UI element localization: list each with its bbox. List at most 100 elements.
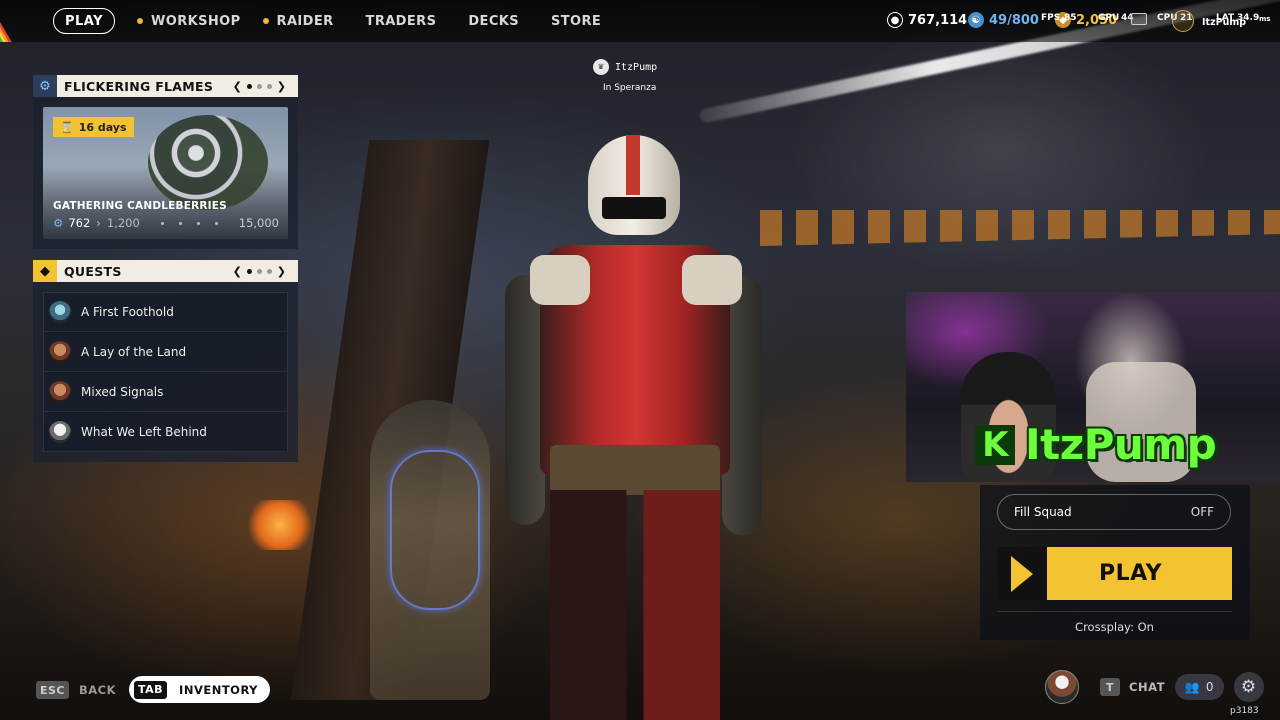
quest-list: A First Foothold A Lay of the Land Mixed…: [43, 292, 288, 452]
event-pager: ❮ ❯: [233, 80, 286, 93]
main-menu: PLAY WORKSHOP RAIDER TRADERS DECKS STORE: [53, 8, 601, 34]
friends-button[interactable]: 👥 0: [1174, 674, 1224, 700]
chevron-right-icon: ›: [96, 216, 101, 230]
fill-squad-label: Fill Squad: [1014, 505, 1072, 519]
player-name: ItzPump: [615, 61, 658, 73]
fire-barrel-glow: [245, 500, 315, 550]
candleberry-bush-image: [148, 115, 268, 210]
chat-button[interactable]: T CHAT: [1100, 678, 1165, 696]
t-key-icon: T: [1100, 678, 1120, 696]
character-arm-left: [505, 275, 545, 525]
rainbow-stripe-logo: [0, 0, 44, 42]
nav-tab-raider[interactable]: RAIDER: [262, 13, 334, 29]
top-navigation-bar: PLAY WORKSHOP RAIDER TRADERS DECKS STORE…: [0, 0, 1280, 42]
quest-diamond-icon: ◆: [33, 260, 57, 282]
nav-tab-label: RAIDER: [276, 13, 334, 29]
play-chevron-icon: [997, 547, 1047, 600]
quest-item[interactable]: What We Left Behind: [43, 412, 288, 452]
player-nameplate: ♛ ItzPump: [593, 59, 657, 75]
esc-key-icon: ESC: [36, 681, 70, 699]
gpu-label: GPU: [1098, 13, 1120, 23]
streamer-name-text: ItzPump: [1025, 420, 1217, 469]
player-avatar[interactable]: [1045, 670, 1079, 704]
character-legs: [550, 490, 720, 720]
event-timer-value: 16 days: [78, 120, 127, 134]
back-label: BACK: [79, 683, 117, 697]
quest-giver-avatar-icon: [49, 301, 71, 323]
statue-light-strands: [390, 450, 480, 610]
quest-label: A First Foothold: [81, 305, 174, 319]
chevron-left-icon[interactable]: ❮: [233, 265, 242, 278]
build-version: p3183: [1230, 706, 1259, 716]
crossplay-status: Crossplay: On: [997, 611, 1232, 634]
tab-key-icon: TAB: [134, 680, 168, 699]
quests-panel-header: ◆ QUESTS ❮ ❯: [33, 260, 298, 282]
chevron-right-icon[interactable]: ❯: [277, 265, 286, 278]
friends-count: 0: [1205, 680, 1214, 694]
bunting-banner: [760, 210, 1280, 246]
fill-squad-toggle[interactable]: Fill Squad OFF: [997, 494, 1231, 530]
character-shoulder-pad-right: [682, 255, 742, 305]
streamer-name-overlay: K ItzPump: [975, 420, 1217, 469]
play-button-label: PLAY: [1099, 561, 1162, 586]
mail-icon[interactable]: [1131, 13, 1147, 25]
back-button[interactable]: ESC BACK: [36, 681, 116, 699]
raider-token-icon: ☯: [968, 12, 984, 28]
player-crest-icon: ♛: [593, 59, 609, 75]
event-timer-badge: ⌛ 16 days: [53, 117, 134, 137]
nav-tab-label: TRADERS: [365, 13, 437, 29]
quest-label: What We Left Behind: [81, 424, 207, 439]
gear-icon: ⚙: [33, 75, 57, 97]
quests-panel-title: QUESTS: [64, 263, 122, 279]
coins-balance[interactable]: ● 767,114: [887, 12, 967, 28]
social-bar: T CHAT 👥 0 ⚙: [1045, 670, 1264, 704]
quest-item[interactable]: A First Foothold: [43, 292, 288, 332]
event-panel-header: ⚙ FLICKERING FLAMES ❮ ❯: [33, 75, 298, 97]
inventory-label: INVENTORY: [179, 682, 259, 697]
notification-dot-icon: [262, 18, 269, 24]
nav-tab-store[interactable]: STORE: [551, 14, 601, 29]
nav-tab-decks[interactable]: DECKS: [468, 14, 519, 29]
nav-tab-label: STORE: [551, 13, 602, 29]
settings-gear-icon[interactable]: ⚙: [1233, 672, 1264, 702]
nav-tab-play[interactable]: PLAY: [53, 8, 116, 34]
quest-label: A Lay of the Land: [81, 344, 187, 359]
play-button[interactable]: PLAY: [997, 547, 1232, 600]
nav-tab-label: DECKS: [468, 13, 519, 29]
profile-badge-icon[interactable]: [1172, 10, 1194, 32]
coin-icon: ●: [887, 12, 903, 28]
inventory-button[interactable]: TAB INVENTORY: [129, 676, 271, 703]
notification-dot-icon: [137, 18, 144, 24]
gear-icon: ⚙: [53, 216, 64, 230]
nav-tab-workshop[interactable]: WORKSHOP: [137, 14, 241, 29]
nav-tab-label: WORKSHOP: [151, 13, 241, 29]
pager-dot-active: [246, 268, 252, 274]
quests-pager: ❮ ❯: [233, 265, 286, 278]
pager-dot: [256, 83, 262, 89]
chevron-left-icon[interactable]: ❮: [233, 80, 242, 93]
character-belt: [550, 445, 720, 495]
quest-giver-avatar-icon: [49, 340, 71, 363]
progress-track: [140, 221, 239, 225]
quest-giver-avatar-icon: [49, 420, 71, 443]
pager-dot: [266, 268, 272, 274]
nav-tab-traders[interactable]: TRADERS: [366, 14, 437, 29]
event-panel-title: FLICKERING FLAMES: [64, 78, 214, 94]
event-progress: ⚙ 762 › 1,200 15,000: [53, 216, 279, 230]
coins-value: 767,114: [908, 12, 968, 28]
event-name: GATHERING CANDLEBERRIES: [53, 200, 227, 212]
quest-label: Mixed Signals: [81, 384, 164, 399]
quest-item[interactable]: Mixed Signals: [43, 372, 288, 412]
chat-label: CHAT: [1129, 680, 1165, 694]
fps-label: FPS: [1041, 13, 1061, 23]
quest-giver-avatar-icon: [49, 380, 71, 403]
latency-label: LAT: [1216, 13, 1235, 23]
latency-value: 34.9: [1237, 13, 1260, 23]
chevron-right-icon[interactable]: ❯: [277, 80, 286, 93]
raider-tokens-value: 49/800: [989, 12, 1039, 28]
progress-current: 762: [68, 216, 91, 230]
fps-value: 85: [1064, 13, 1077, 23]
raider-tokens-balance[interactable]: ☯ 49/800: [968, 12, 1039, 28]
quest-item[interactable]: A Lay of the Land: [43, 332, 288, 372]
pager-dot: [266, 83, 272, 89]
